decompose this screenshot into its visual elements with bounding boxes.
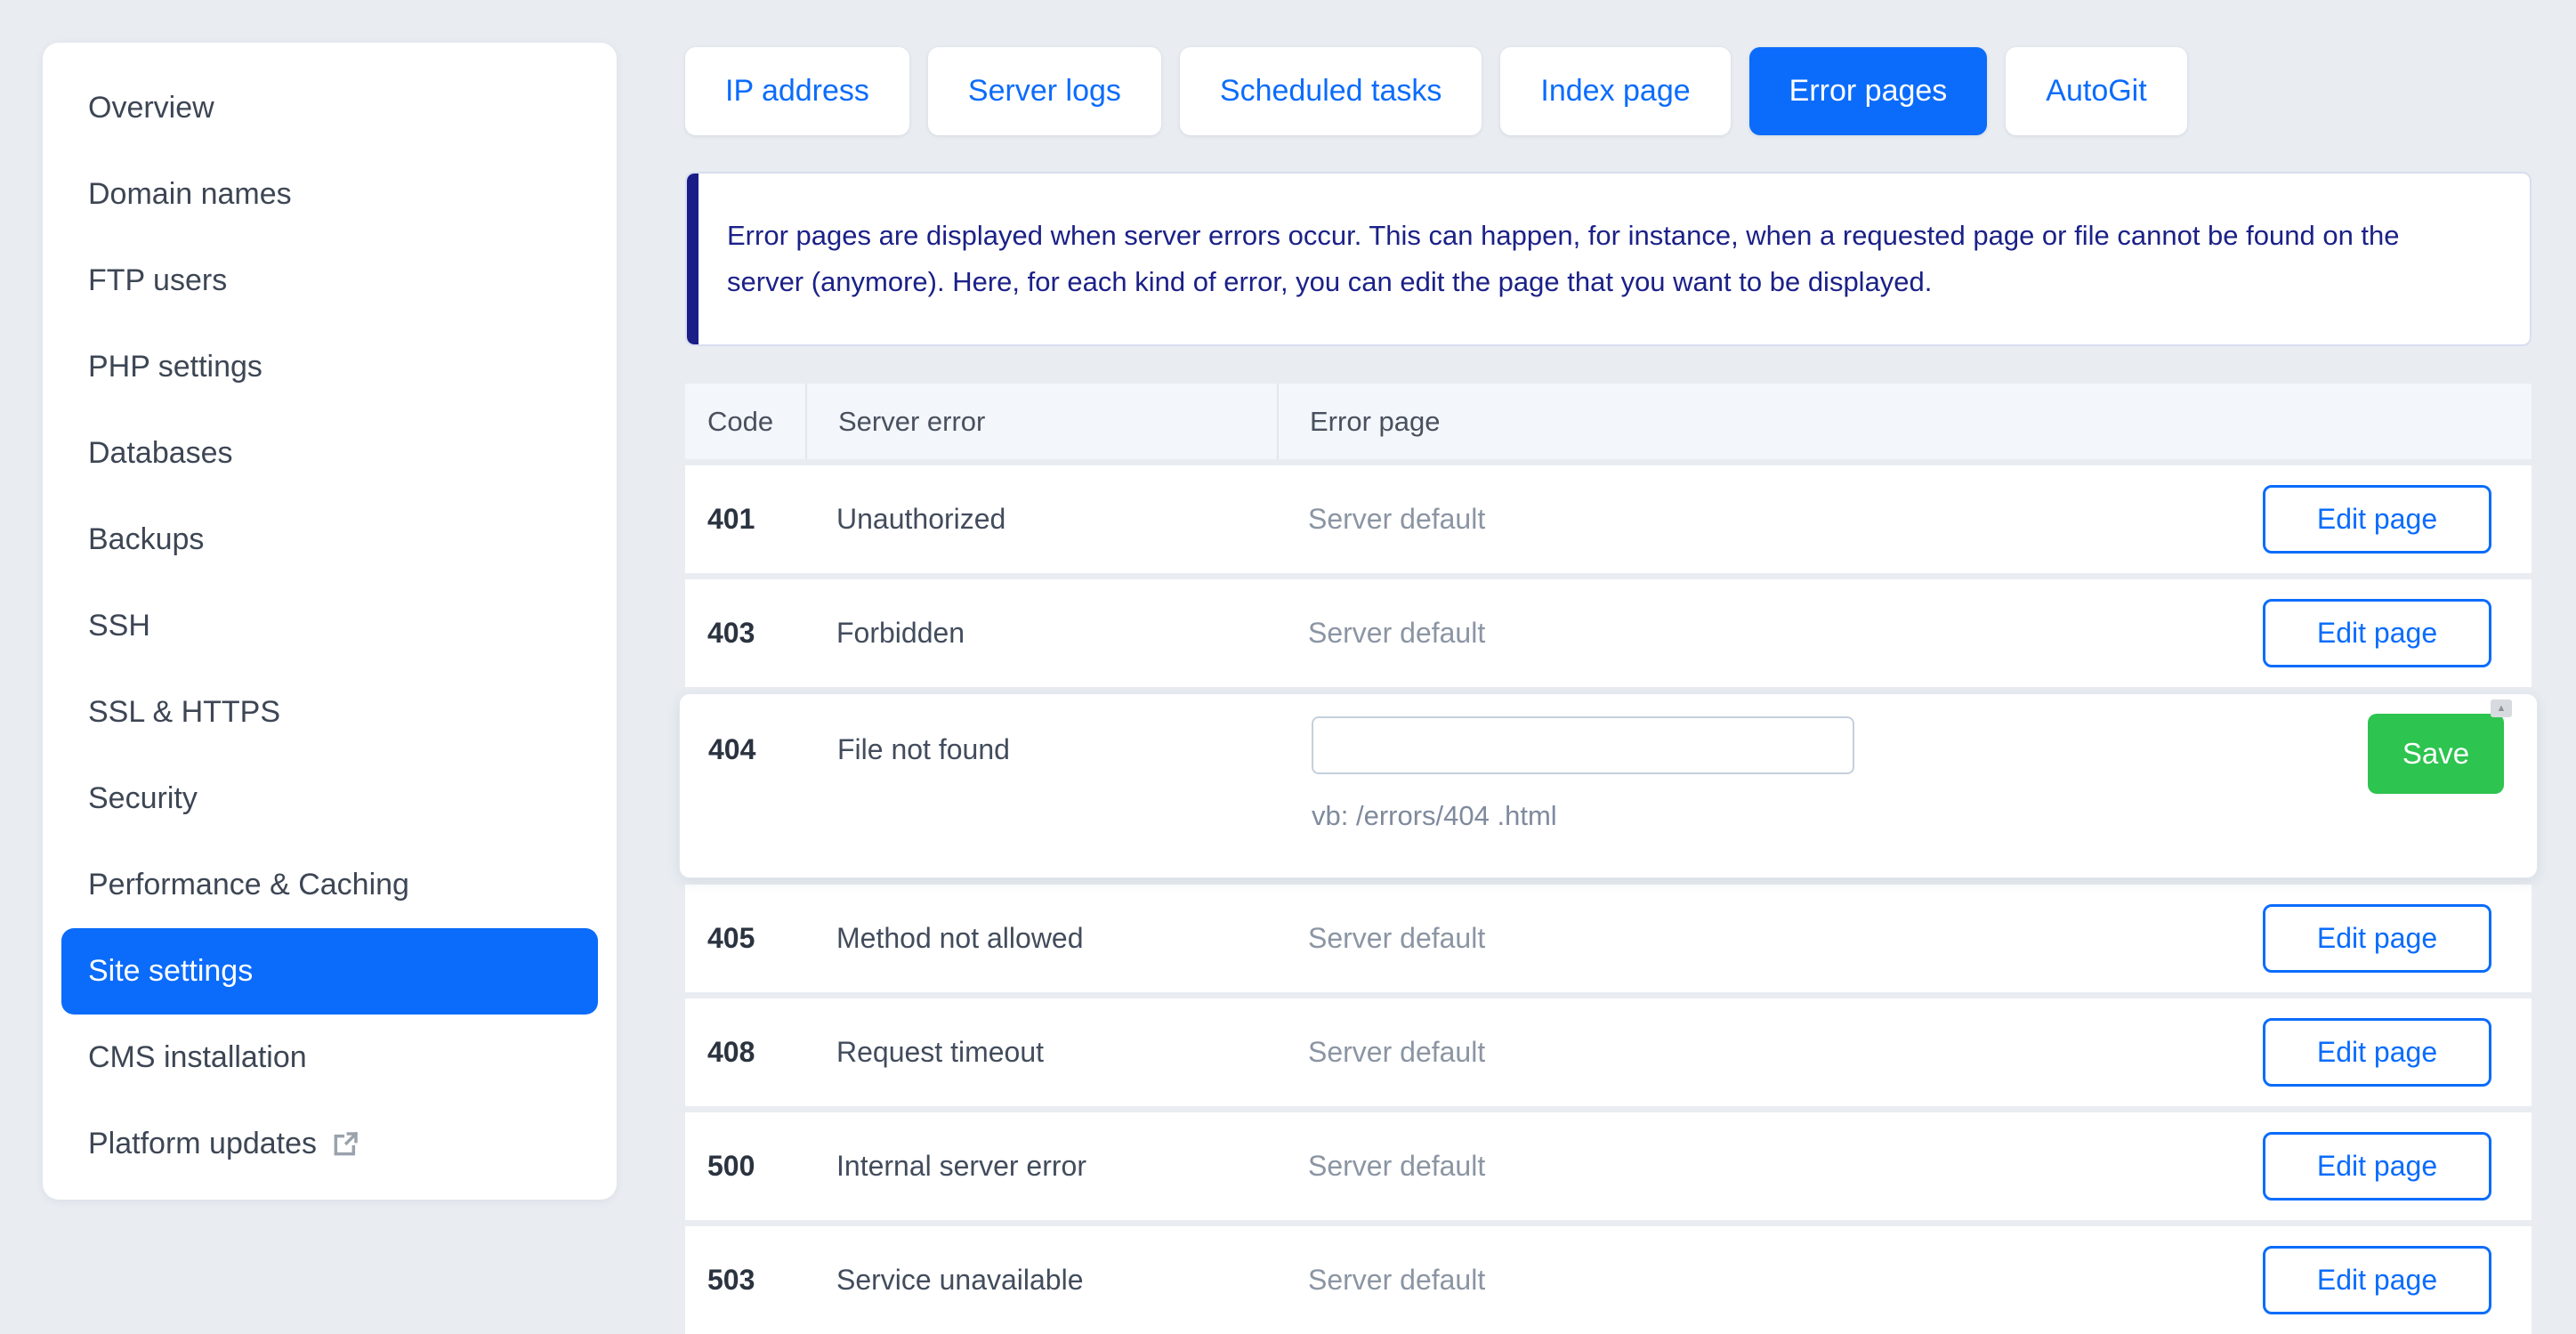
error-page-input[interactable] (1312, 716, 1854, 774)
table-row-503: 503 Service unavailable Server default E… (685, 1226, 2532, 1334)
info-callout: Error pages are displayed when server er… (685, 172, 2532, 346)
sidebar-item-platform-updates[interactable]: Platform updates (61, 1101, 598, 1187)
sidebar-item-security[interactable]: Security (61, 756, 598, 842)
table-row-500: 500 Internal server error Server default… (685, 1112, 2532, 1220)
sidebar: Overview Domain names FTP users PHP sett… (43, 43, 617, 1200)
sidebar-item-overview[interactable]: Overview (61, 65, 598, 151)
tab-index-page[interactable]: Index page (1500, 47, 1730, 135)
edit-page-button[interactable]: Edit page (2263, 1018, 2491, 1087)
tab-error-pages[interactable]: Error pages (1749, 47, 1988, 135)
error-code: 500 (685, 1150, 805, 1183)
server-error-label: Service unavailable (805, 1264, 1277, 1297)
tab-autogit[interactable]: AutoGit (2006, 47, 2186, 135)
edit-page-button[interactable]: Edit page (2263, 1132, 2491, 1201)
server-error-label: Forbidden (805, 617, 1277, 650)
sidebar-item-label: Platform updates (88, 1127, 317, 1161)
server-error-label: Unauthorized (805, 503, 1277, 536)
error-page-value: Server default (1277, 1036, 2263, 1069)
save-button[interactable]: Save (2368, 714, 2504, 794)
table-row-403: 403 Forbidden Server default Edit page (685, 579, 2532, 687)
header-code: Code (685, 384, 805, 459)
error-page-value: Server default (1277, 922, 2263, 955)
sidebar-item-cms-installation[interactable]: CMS installation (61, 1015, 598, 1101)
edit-page-button[interactable]: Edit page (2263, 904, 2491, 973)
header-error-page: Error page (1277, 384, 2532, 459)
table-header: Code Server error Error page (685, 384, 2532, 459)
server-error-label: Method not allowed (805, 922, 1277, 955)
server-error-label: Request timeout (805, 1036, 1277, 1069)
error-pages-table: Code Server error Error page 401 Unautho… (685, 384, 2532, 1334)
error-page-value: Server default (1277, 1150, 2263, 1183)
sidebar-item-backups[interactable]: Backups (61, 497, 598, 583)
edit-page-button[interactable]: Edit page (2263, 1246, 2491, 1314)
scroll-up-icon[interactable]: ▲ (2491, 699, 2512, 717)
error-code: 503 (685, 1264, 805, 1297)
error-code: 401 (685, 503, 805, 536)
sidebar-item-php-settings[interactable]: PHP settings (61, 324, 598, 410)
sidebar-item-ftp-users[interactable]: FTP users (61, 238, 598, 324)
sidebar-item-ssh[interactable]: SSH (61, 583, 598, 669)
edit-page-button[interactable]: Edit page (2263, 485, 2491, 554)
table-row-405: 405 Method not allowed Server default Ed… (685, 885, 2532, 992)
table-row-408: 408 Request timeout Server default Edit … (685, 998, 2532, 1106)
sidebar-item-site-settings[interactable]: Site settings (61, 928, 598, 1015)
sidebar-item-domain-names[interactable]: Domain names (61, 151, 598, 238)
server-error-label: File not found (837, 721, 1010, 779)
tab-server-logs[interactable]: Server logs (928, 47, 1161, 135)
server-error-label: Internal server error (805, 1150, 1277, 1183)
tab-scheduled-tasks[interactable]: Scheduled tasks (1180, 47, 1482, 135)
sidebar-item-databases[interactable]: Databases (61, 410, 598, 497)
error-page-path-hint: vb: /errors/404 .html (1312, 794, 1557, 838)
edit-page-button[interactable]: Edit page (2263, 599, 2491, 667)
tab-bar: IP address Server logs Scheduled tasks I… (685, 47, 2532, 135)
error-code: 405 (685, 922, 805, 955)
error-code: 403 (685, 617, 805, 650)
sidebar-item-performance-caching[interactable]: Performance & Caching (61, 842, 598, 928)
main-content: IP address Server logs Scheduled tasks I… (685, 0, 2532, 1334)
tab-ip-address[interactable]: IP address (685, 47, 909, 135)
table-row-404-expanded: 404 File not found vb: /errors/404 .html… (679, 693, 2538, 878)
error-code: 408 (685, 1036, 805, 1069)
error-code: 404 (708, 721, 755, 779)
error-page-value: Server default (1277, 1264, 2263, 1297)
table-row-401: 401 Unauthorized Server default Edit pag… (685, 465, 2532, 573)
info-accent-bar (687, 174, 699, 344)
sidebar-item-ssl-https[interactable]: SSL & HTTPS (61, 669, 598, 756)
external-link-icon (331, 1130, 359, 1159)
info-text: Error pages are displayed when server er… (727, 220, 2400, 297)
error-page-value: Server default (1277, 503, 2263, 536)
header-server-error: Server error (805, 384, 1277, 459)
error-page-value: Server default (1277, 617, 2263, 650)
